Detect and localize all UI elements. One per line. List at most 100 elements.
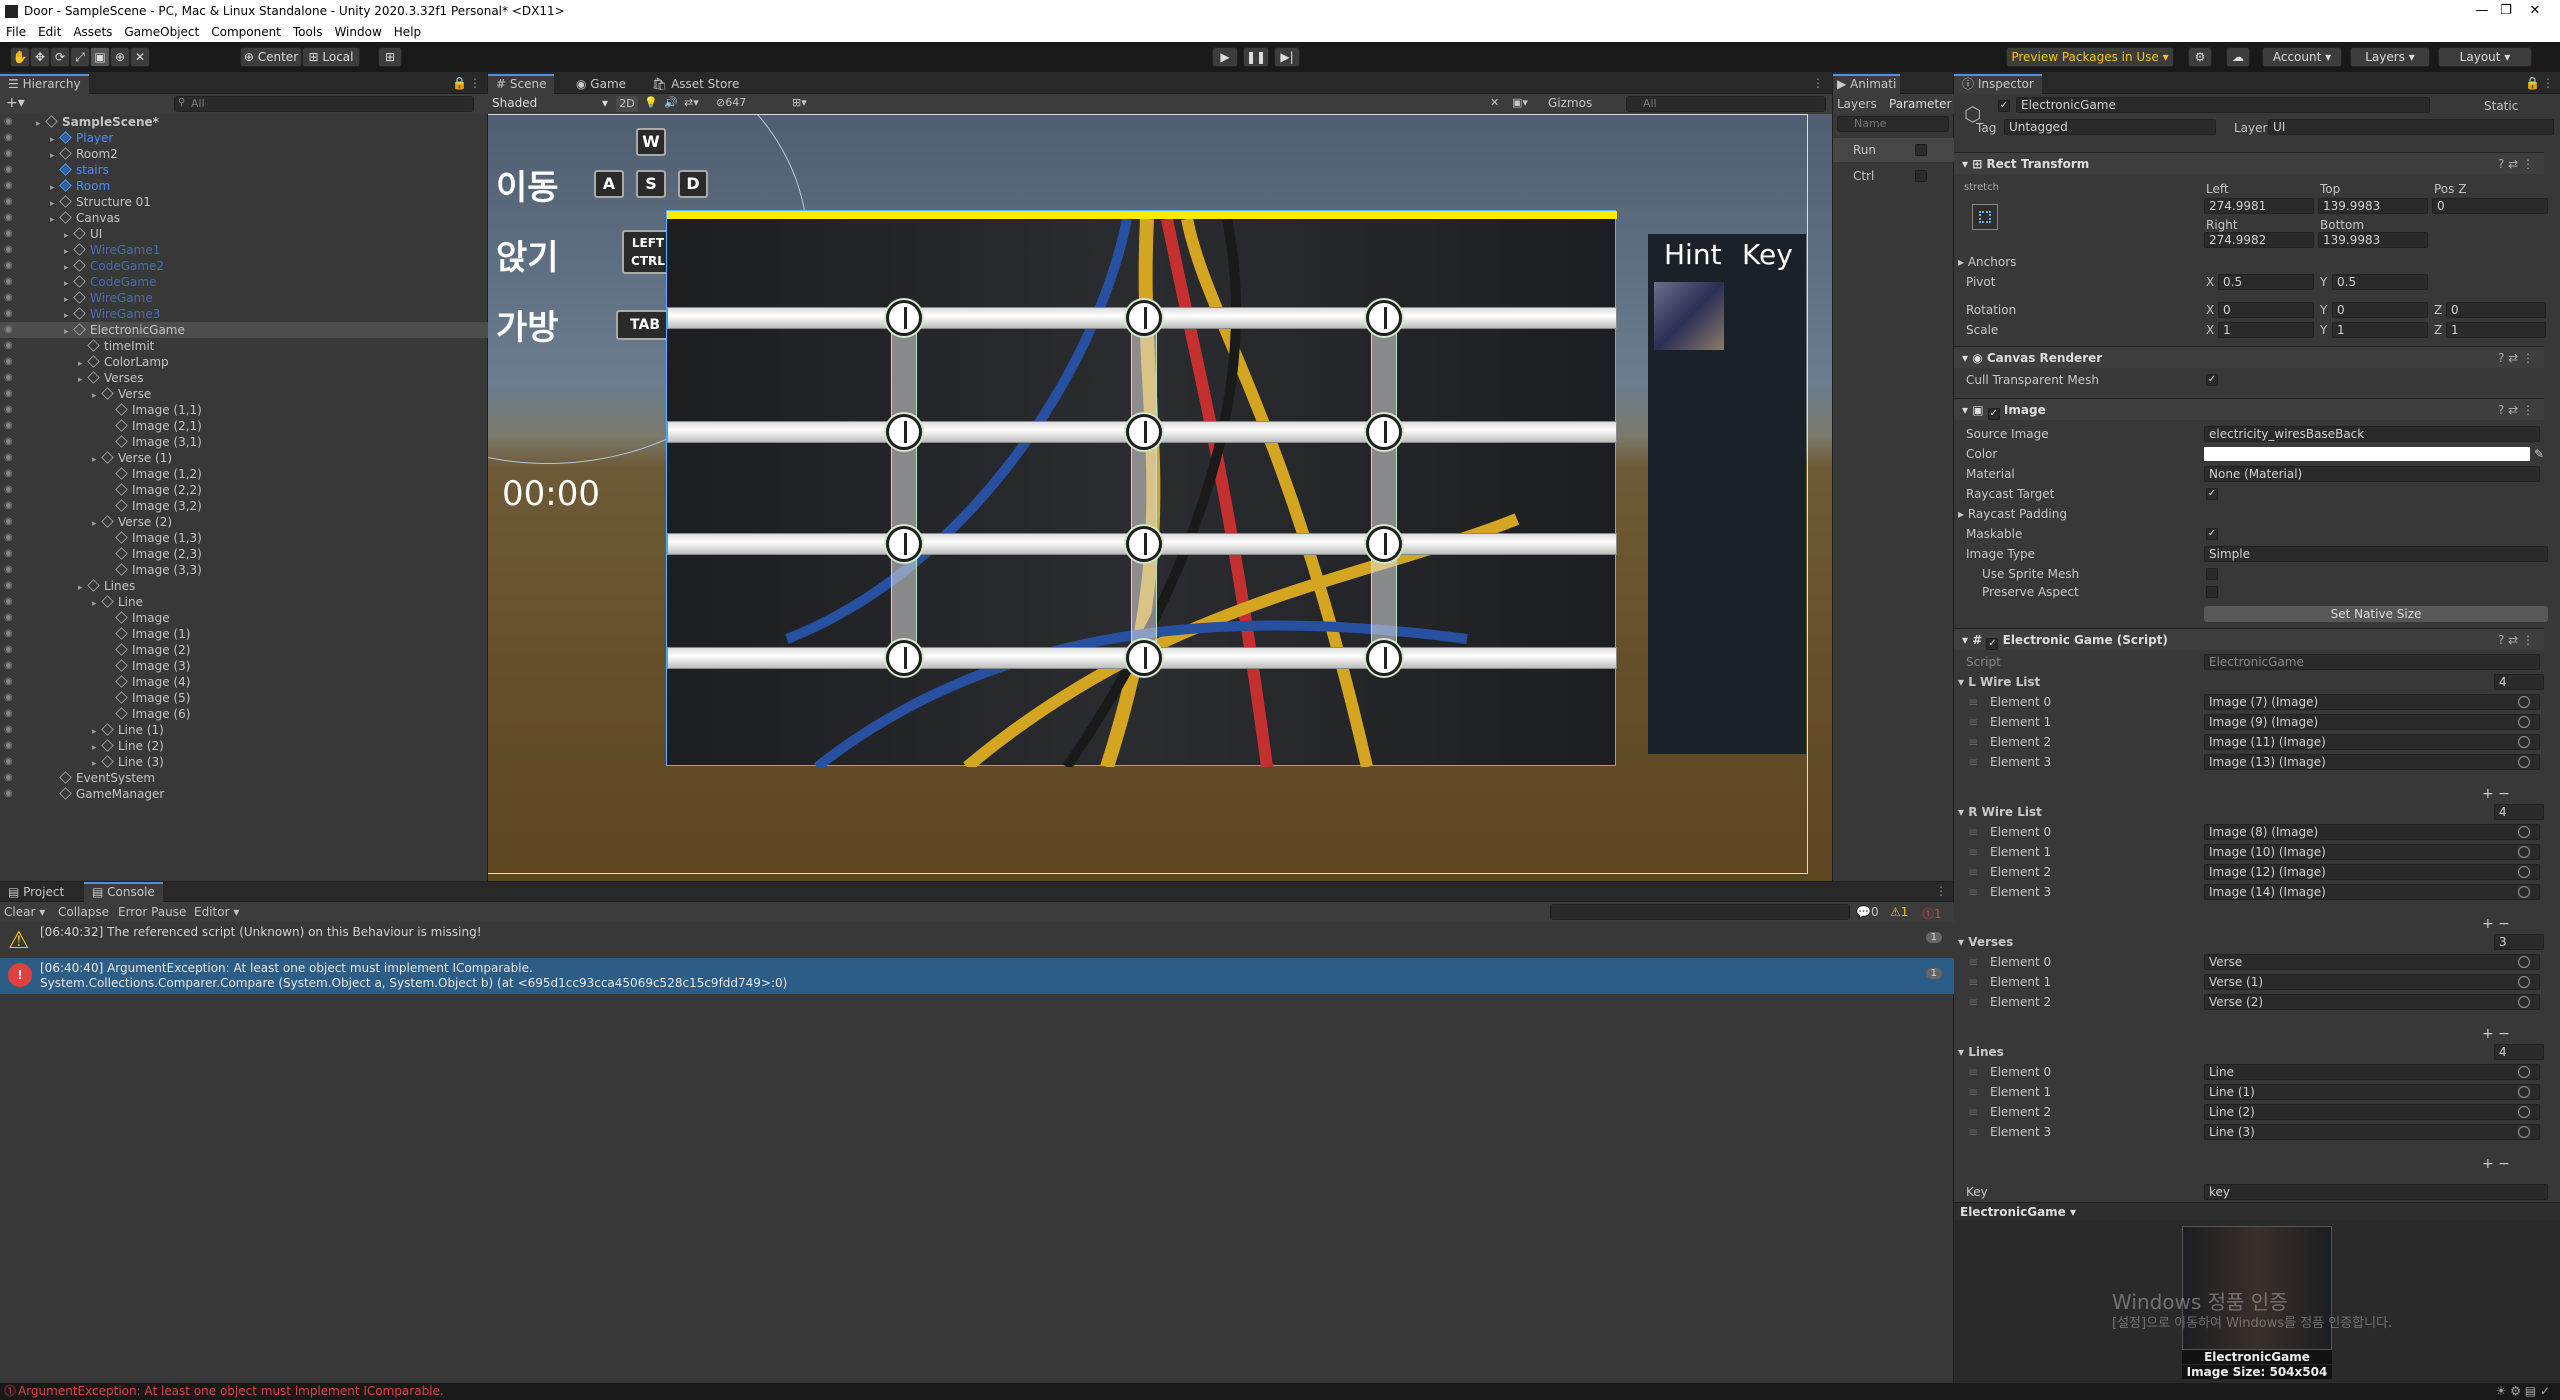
layers-dropdown[interactable]: Layers ▾: [2350, 47, 2430, 67]
visibility-eye-icon[interactable]: ◉: [4, 642, 13, 658]
tools-icon[interactable]: ✕: [1490, 96, 1499, 109]
param-run-checkbox[interactable]: [1915, 144, 1927, 156]
switch-node-3-2[interactable]: [1366, 414, 1402, 450]
preview-packages-button[interactable]: Preview Packages in Use ▾: [2006, 47, 2174, 67]
switch-node-3-1[interactable]: [1366, 300, 1402, 336]
visibility-eye-icon[interactable]: ◉: [4, 386, 13, 402]
visibility-eye-icon[interactable]: ◉: [4, 290, 13, 306]
move-tool-icon[interactable]: ✥: [30, 47, 50, 67]
visibility-eye-icon[interactable]: ◉: [4, 674, 13, 690]
object-picker-icon[interactable]: [2518, 996, 2530, 1008]
lines-add-remove[interactable]: + −: [2482, 1156, 2510, 1172]
drag-handle-icon[interactable]: ≡: [1968, 1102, 1978, 1122]
drag-handle-icon[interactable]: ≡: [1968, 952, 1978, 972]
animator-search-input[interactable]: Name: [1837, 116, 1949, 132]
hierarchy-row[interactable]: ◉ Image (3): [0, 658, 488, 674]
list-element-row[interactable]: ≡ Element 1 Verse (1): [1954, 972, 2544, 992]
hierarchy-row[interactable]: ◉ Image (3,2): [0, 498, 488, 514]
visibility-eye-icon[interactable]: ◉: [4, 690, 13, 706]
grid-toggle-icon[interactable]: ⊞▾: [792, 96, 807, 109]
visibility-eye-icon[interactable]: ◉: [4, 322, 13, 338]
menu-item-tools[interactable]: Tools: [287, 25, 329, 39]
verses-count-field[interactable]: 3: [2494, 934, 2544, 950]
object-picker-icon[interactable]: [2518, 736, 2530, 748]
rect-transform-header[interactable]: ▾ ⊞ Rect Transform? ⇄ ⋮: [1954, 152, 2544, 174]
object-picker-icon[interactable]: [2518, 756, 2530, 768]
visibility-eye-icon[interactable]: ◉: [4, 578, 13, 594]
list-element-field[interactable]: Image (8) (Image): [2204, 824, 2540, 840]
list-element-field[interactable]: Image (7) (Image): [2204, 694, 2540, 710]
drag-handle-icon[interactable]: ≡: [1968, 1122, 1978, 1142]
visibility-eye-icon[interactable]: ◉: [4, 594, 13, 610]
list-element-row[interactable]: ≡ Element 2 Verse (2): [1954, 992, 2544, 1012]
switch-node-3-4[interactable]: [1366, 640, 1402, 676]
hierarchy-row[interactable]: ◉ Image (2,2): [0, 482, 488, 498]
drag-handle-icon[interactable]: ≡: [1968, 822, 1978, 842]
switch-node-1-4[interactable]: [886, 640, 922, 676]
drag-handle-icon[interactable]: ≡: [1968, 992, 1978, 1012]
raycast-padding-row[interactable]: ▸ Raycast Padding: [1954, 504, 2544, 524]
component-settings-icon[interactable]: ? ⇄ ⋮: [2498, 153, 2534, 175]
object-picker-icon[interactable]: [2518, 846, 2530, 858]
list-element-row[interactable]: ≡ Element 0 Image (7) (Image): [1954, 692, 2544, 712]
rotate-tool-icon[interactable]: ⟳: [50, 47, 70, 67]
scale-z-field[interactable]: 1: [2446, 322, 2546, 338]
effects-icon[interactable]: ⇄▾: [684, 96, 699, 109]
switch-node-2-3[interactable]: [1126, 526, 1162, 562]
param-row-run[interactable]: Run: [1833, 138, 1955, 162]
switch-node-1-2[interactable]: [886, 414, 922, 450]
hierarchy-row[interactable]: ◉ Image (2): [0, 642, 488, 658]
visibility-eye-icon[interactable]: ◉: [4, 450, 13, 466]
tab-game[interactable]: ◉ Game: [568, 74, 634, 94]
param-ctrl-checkbox[interactable]: [1915, 170, 1927, 182]
hierarchy-row[interactable]: ◉ ▸ Player: [0, 130, 488, 146]
menu-item-file[interactable]: File: [0, 25, 32, 39]
visibility-eye-icon[interactable]: ◉: [4, 114, 13, 130]
rect-tool-icon[interactable]: ▣: [90, 47, 110, 67]
list-element-row[interactable]: ≡ Element 2 Image (11) (Image): [1954, 732, 2544, 752]
list-element-row[interactable]: ≡ Element 0 Verse: [1954, 952, 2544, 972]
visibility-eye-icon[interactable]: ◉: [4, 338, 13, 354]
verses-list-row[interactable]: ▾ Verses 3: [1954, 932, 2544, 952]
scale-x-field[interactable]: 1: [2218, 322, 2314, 338]
hierarchy-row[interactable]: ◉ ▸ Line: [0, 594, 488, 610]
param-row-ctrl[interactable]: Ctrl: [1833, 164, 1955, 188]
close-button[interactable]: ✕: [2515, 0, 2555, 22]
rotation-y-field[interactable]: 0: [2332, 302, 2428, 318]
animator-params-tab[interactable]: Parameter: [1889, 97, 1951, 111]
switch-node-3-3[interactable]: [1366, 526, 1402, 562]
object-picker-icon[interactable]: [2518, 716, 2530, 728]
animator-layers-tab[interactable]: Layers: [1837, 97, 1877, 111]
menu-item-help[interactable]: Help: [388, 25, 427, 39]
2d-toggle[interactable]: 2D: [616, 96, 638, 112]
hierarchy-row[interactable]: ◉ ▸ Verse (1): [0, 450, 488, 466]
hierarchy-row[interactable]: ◉ timeImit: [0, 338, 488, 354]
account-dropdown[interactable]: Account ▾: [2262, 47, 2342, 67]
scene-canvas[interactable]: 이동 앉기 가방 W A S D LEFT CTRL TAB 00:00 Hin…: [488, 114, 1832, 881]
hierarchy-row[interactable]: ◉ Image: [0, 610, 488, 626]
object-name-field[interactable]: ElectronicGame: [2016, 97, 2430, 113]
collab-icon[interactable]: ⚙: [2188, 47, 2212, 67]
hierarchy-row[interactable]: ◉ Image (1,2): [0, 466, 488, 482]
hierarchy-row[interactable]: ◉ Image (1): [0, 626, 488, 642]
hierarchy-row[interactable]: ◉ ▸ WireGame3: [0, 306, 488, 322]
visibility-eye-icon[interactable]: ◉: [4, 626, 13, 642]
drag-handle-icon[interactable]: ≡: [1968, 712, 1978, 732]
gizmos-dropdown[interactable]: Gizmos ▾: [1548, 95, 1602, 127]
camera-icon[interactable]: ▣▾: [1512, 96, 1528, 109]
visibility-eye-icon[interactable]: ◉: [4, 434, 13, 450]
hierarchy-row[interactable]: ◉ Image (4): [0, 674, 488, 690]
hierarchy-row[interactable]: ◉ ▸ UI: [0, 226, 488, 242]
script-header[interactable]: ▾ # ✓ Electronic Game (Script)? ⇄ ⋮: [1954, 628, 2544, 650]
set-native-size-button[interactable]: Set Native Size: [2204, 606, 2548, 622]
rotation-z-field[interactable]: 0: [2446, 302, 2546, 318]
object-picker-icon[interactable]: [2518, 696, 2530, 708]
l-wire-add-remove[interactable]: + −: [2482, 786, 2510, 802]
hierarchy-row[interactable]: ◉ ▸ Line (3): [0, 754, 488, 770]
tab-asset-store[interactable]: 🛍 Asset Store: [644, 74, 747, 94]
layer-dropdown[interactable]: UI: [2268, 119, 2554, 135]
r-wire-count-field[interactable]: 4: [2494, 804, 2544, 820]
object-picker-icon[interactable]: [2518, 886, 2530, 898]
hierarchy-row[interactable]: ◉ ▸ Lines: [0, 578, 488, 594]
image-header[interactable]: ▾ ▣ ✓ Image? ⇄ ⋮: [1954, 398, 2544, 420]
